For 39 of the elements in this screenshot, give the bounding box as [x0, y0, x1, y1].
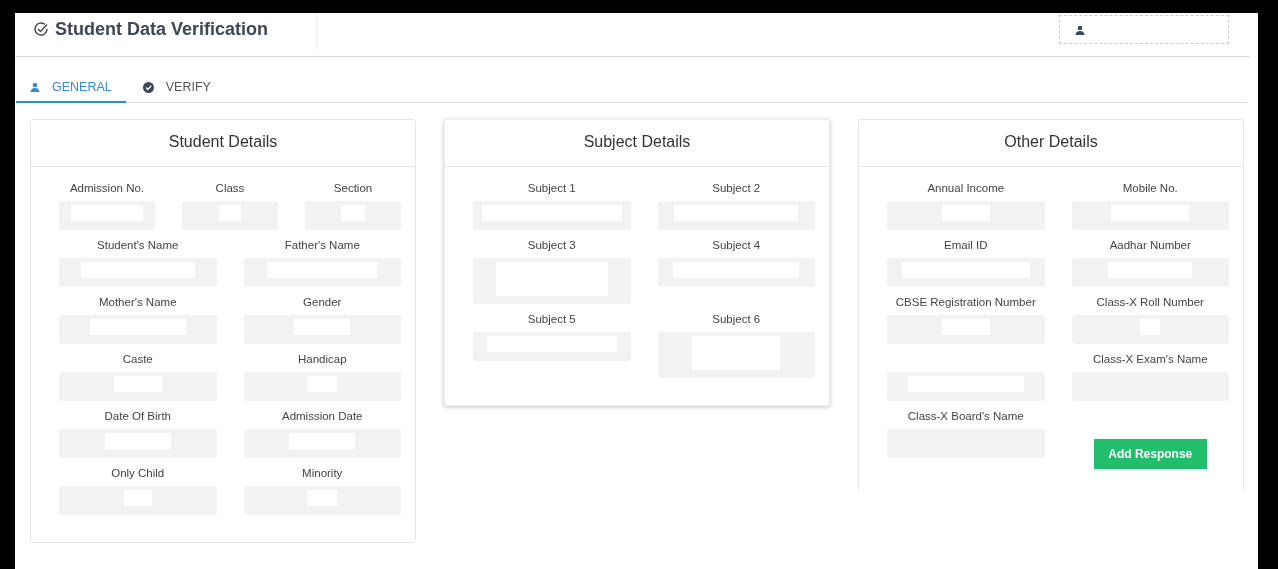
field-label: Class — [215, 182, 245, 196]
field-label: Subject 4 — [712, 239, 761, 253]
person-icon — [30, 82, 40, 92]
field-label: Handicap — [297, 353, 347, 367]
field-label: Subject 6 — [712, 313, 761, 327]
check-circle-icon — [142, 81, 154, 93]
field-label: Mobile No. — [1122, 182, 1178, 196]
user-box[interactable] — [1059, 15, 1229, 44]
field-label: Gender — [303, 296, 342, 310]
field-label: Aadhar Number — [1109, 239, 1191, 253]
field-label: Admission Date — [281, 410, 363, 424]
page-title: Student Data Verification — [55, 18, 269, 40]
field-label: CBSE Registration Number — [895, 296, 1036, 310]
field-label: Minority — [302, 467, 343, 481]
person-icon — [1075, 24, 1085, 35]
card-title: Subject Details — [445, 120, 829, 167]
field-label: Section — [333, 182, 373, 196]
field-label: Student's Name — [97, 239, 179, 253]
field-label: Date Of Birth — [104, 410, 171, 424]
field-label: Annual Income — [927, 182, 1005, 196]
field-label: Caste — [122, 353, 153, 367]
field-label: Admission No. — [69, 182, 145, 196]
field-label: Class-X Exam's Name — [1092, 353, 1208, 367]
field-label: Subject 3 — [527, 239, 576, 253]
field-label: Subject 5 — [527, 313, 576, 327]
field-label: Only Child — [111, 467, 165, 481]
field-label: Father's Name — [284, 239, 360, 253]
field-label: Class-X Roll Number — [1096, 296, 1204, 310]
tab[interactable]: VERIFY — [128, 80, 225, 103]
tab[interactable]: GENERAL — [16, 80, 126, 103]
field-label: Subject 2 — [712, 182, 761, 196]
check-circle-icon — [33, 21, 49, 37]
field-label: Mother's Name — [98, 296, 177, 310]
field-label: Email ID — [944, 239, 988, 253]
field-label: Class-X Board's Name — [907, 410, 1024, 424]
add-response-button[interactable]: Add Response — [1093, 439, 1207, 469]
field-label: Subject 1 — [527, 182, 576, 196]
card-title: Other Details — [859, 120, 1243, 167]
card-title: Student Details — [31, 120, 415, 167]
